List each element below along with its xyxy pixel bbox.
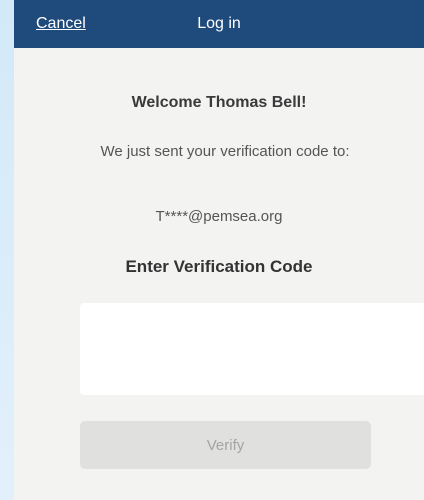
masked-email: T****@pemsea.org	[155, 208, 283, 225]
code-sent-message: We just sent your verification code to:	[100, 143, 350, 160]
welcome-message: Welcome Thomas Bell!	[131, 94, 307, 111]
page-title: Log in	[197, 15, 241, 32]
code-digit-1-input[interactable]	[80, 303, 424, 395]
login-screen: Cancel Log in Welcome Thomas Bell! We ju…	[14, 0, 424, 500]
verification-code-inputs	[80, 303, 424, 395]
verification-code-heading: Enter Verification Code	[125, 257, 313, 276]
verify-button[interactable]: Verify	[80, 421, 371, 469]
navigation-bar: Cancel Log in	[14, 0, 424, 48]
window-backdrop-strip	[0, 0, 14, 500]
